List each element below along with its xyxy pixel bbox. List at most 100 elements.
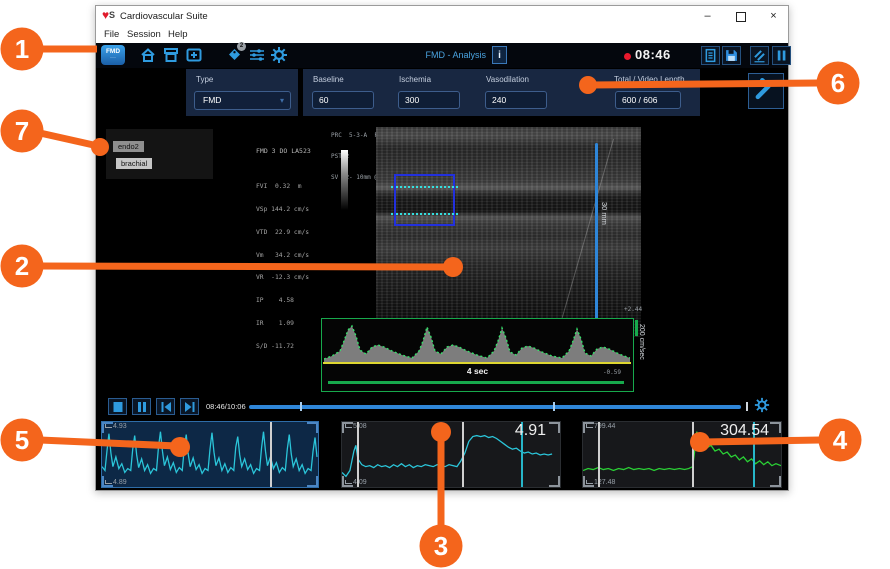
archive-button[interactable] — [160, 45, 181, 65]
menu-bar: File Session Help — [96, 27, 788, 44]
edit-settings-button[interactable] — [748, 73, 784, 109]
callout-3-number: 3 — [434, 531, 448, 561]
plot2-marker-release[interactable] — [462, 422, 464, 487]
annotate-button[interactable] — [750, 46, 769, 65]
app-window: ♥ S Cardiovascular Suite – × File Sessio… — [95, 5, 789, 491]
pause-icon — [135, 401, 149, 413]
baseline-field[interactable] — [312, 91, 374, 109]
callout-3-circle — [420, 525, 463, 568]
chevron-down-icon: ▾ — [280, 92, 284, 109]
callout-4-circle — [819, 419, 862, 462]
doppler-strip: 4 sec -0.59 — [321, 318, 634, 392]
add-folder-icon — [185, 46, 203, 64]
doppler-sweep-bar — [328, 381, 624, 384]
step-back-button[interactable] — [156, 398, 175, 415]
doppler-spectrum — [324, 321, 630, 367]
depth-ruler — [595, 143, 598, 321]
corner-bracket — [102, 422, 113, 433]
doppler-spectrum-fill — [324, 326, 630, 362]
close-button[interactable]: × — [760, 6, 787, 27]
velocity-scale-label: 200 cm/sec — [638, 324, 645, 360]
wrench-icon — [749, 74, 779, 104]
roi-box[interactable] — [394, 174, 455, 226]
study-label: FMD 3 DO LA523 — [256, 147, 311, 155]
total-length-field[interactable] — [615, 91, 681, 109]
home-button[interactable] — [137, 45, 158, 65]
gear-icon — [270, 46, 288, 64]
info-button[interactable]: i — [492, 46, 507, 64]
ischemia-field[interactable] — [398, 91, 460, 109]
record-dot-icon — [624, 53, 631, 60]
total-length-label: Total / Video Length — [614, 75, 685, 84]
corner-bracket — [342, 422, 353, 433]
seek-end-marker — [746, 402, 748, 411]
plot-diameter-trend[interactable]: 5.08 4.09 4.91 — [341, 421, 561, 488]
callout-1-number: 1 — [15, 34, 29, 64]
callout-1-circle — [1, 28, 44, 71]
plot-flow-trend[interactable]: 799.44 127.48 304.54 — [582, 421, 782, 488]
callout-5-number: 5 — [15, 425, 29, 455]
seek-marker-2 — [553, 402, 555, 411]
vasodilation-field[interactable] — [485, 91, 547, 109]
plot3-marker-release[interactable] — [692, 422, 694, 487]
corner-bracket — [342, 476, 353, 487]
pause-acquisition-button[interactable] — [772, 46, 791, 65]
corner-bracket — [102, 476, 113, 487]
tag-chip-brachial[interactable]: brachial — [116, 158, 152, 169]
callout-7-number: 7 — [15, 116, 29, 146]
menu-session[interactable]: Session — [127, 29, 161, 40]
type-dropdown[interactable]: FMD ▾ — [194, 91, 291, 110]
fmd-app-button[interactable]: FMD ··· — [101, 45, 125, 65]
app-logo-s: S — [109, 10, 115, 20]
window-title: Cardiovascular Suite — [120, 11, 208, 22]
plot3-current-value: 304.54 — [720, 422, 769, 440]
annotated-screenshot: ♥ S Cardiovascular Suite – × File Sessio… — [0, 0, 890, 569]
bmode-image — [376, 127, 641, 337]
corner-bracket — [307, 422, 318, 433]
save-button[interactable] — [722, 46, 741, 65]
menu-help[interactable]: Help — [168, 29, 188, 40]
seek-bar[interactable] — [249, 405, 741, 409]
tag-chip-endo2[interactable]: endo2 — [113, 141, 144, 152]
stop-button[interactable] — [108, 398, 127, 415]
plot2-marker-start[interactable] — [357, 422, 359, 487]
playback-time: 08:46/10:06 — [206, 402, 246, 411]
ischemia-label: Ischemia — [399, 75, 431, 84]
plot1-waveform — [102, 422, 318, 487]
vasodilation-label: Vasodilation — [486, 75, 529, 84]
new-exam-button[interactable] — [183, 45, 204, 65]
seek-marker-1 — [300, 402, 302, 411]
plot3-marker-start[interactable] — [598, 422, 600, 487]
corner-bracket — [770, 476, 781, 487]
callout-6-circle — [817, 62, 860, 105]
sliders-icon — [248, 46, 266, 64]
tag-button[interactable]: 2 — [223, 45, 244, 65]
step-forward-button[interactable] — [180, 398, 199, 415]
callout-2-number: 2 — [15, 251, 29, 281]
stop-icon — [111, 401, 125, 413]
maximize-icon — [736, 12, 746, 22]
doppler-measurements: FVI 0.32 m VSp 144.2 cm/s VTD 22.9 cm/s … — [256, 168, 309, 365]
plot-diameter-strip[interactable]: 4.93 4.89 — [101, 421, 319, 488]
pause-icon — [774, 48, 789, 63]
callout-6-number: 6 — [831, 68, 845, 98]
playback-settings-button[interactable] — [754, 397, 770, 413]
record-time: 08:46 — [635, 47, 671, 62]
step-forward-icon — [183, 401, 197, 413]
archive-box-icon — [162, 46, 180, 64]
minimize-button[interactable]: – — [694, 6, 721, 27]
plot2-current-value: 4.91 — [515, 422, 546, 440]
adjustments-button[interactable] — [246, 45, 267, 65]
menu-file[interactable]: File — [104, 29, 119, 40]
vessel-wall-track-far — [391, 213, 458, 215]
report-button[interactable] — [701, 46, 720, 65]
title-bar: ♥ S Cardiovascular Suite – × — [96, 6, 788, 27]
callout-5-circle — [1, 419, 44, 462]
plot1-cursor[interactable] — [270, 422, 272, 487]
callout-2-circle — [1, 245, 44, 288]
maximize-button[interactable] — [727, 6, 754, 27]
pause-playback-button[interactable] — [132, 398, 151, 415]
eraser-icon — [752, 48, 767, 63]
settings-button[interactable] — [268, 45, 289, 65]
type-label: Type — [196, 75, 213, 84]
